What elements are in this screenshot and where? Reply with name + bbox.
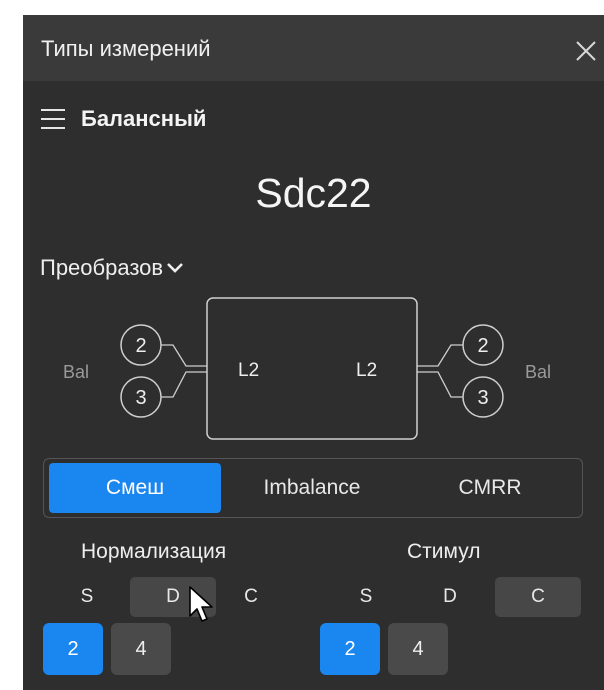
panel-titlebar: Типы измерений <box>23 15 604 81</box>
mode-imbalance-button[interactable]: Imbalance <box>226 463 398 513</box>
mode-segmented-control: Смеш Imbalance CMRR <box>43 458 583 518</box>
mode-mixed-button[interactable]: Смеш <box>49 463 221 513</box>
stimulus-title: Стимул <box>407 540 481 563</box>
left-connector-lines <box>161 344 207 398</box>
mouse-pointer-icon <box>189 586 213 622</box>
stimulus-d-button[interactable]: D <box>431 577 469 617</box>
port-diagram: 2 3 Bal L2 L2 2 3 Bal <box>63 297 551 440</box>
right-port-top: 2 <box>477 335 488 357</box>
right-port-bottom: 3 <box>477 387 488 409</box>
hamburger-menu-icon[interactable] <box>41 109 65 129</box>
right-logical-port: L2 <box>356 360 377 381</box>
left-port-top: 2 <box>135 335 146 357</box>
stimulus-c-button[interactable]: C <box>495 577 581 617</box>
normalization-s-button[interactable]: S <box>68 577 106 617</box>
section-name: Балансный <box>81 106 207 131</box>
right-bal-label: Bal <box>525 362 551 382</box>
left-logical-port: L2 <box>238 360 259 381</box>
normalization-value-2-button[interactable]: 2 <box>43 623 103 675</box>
mode-cmrr-button[interactable]: CMRR <box>404 463 576 513</box>
stimulus-value-4-button[interactable]: 4 <box>388 623 448 675</box>
measurement-types-panel: Типы измерений Балансный Sdc22 Преобразо… <box>23 15 604 690</box>
parameter-name: Sdc22 <box>255 170 372 216</box>
left-bal-label: Bal <box>63 362 89 382</box>
stimulus-s-button[interactable]: S <box>347 577 385 617</box>
measurement-type-value: Преобразов <box>40 255 164 280</box>
stimulus-value-2-button[interactable]: 2 <box>320 623 380 675</box>
chevron-down-icon <box>167 263 184 273</box>
left-port-bottom: 3 <box>135 387 146 409</box>
measurement-type-dropdown[interactable]: Преобразов <box>40 255 185 281</box>
panel-title: Типы измерений <box>41 36 211 61</box>
normalization-title: Нормализация <box>81 540 227 563</box>
close-icon[interactable] <box>574 39 598 63</box>
normalization-value-4-button[interactable]: 4 <box>111 623 171 675</box>
normalization-c-button[interactable]: C <box>232 577 270 617</box>
right-connector-lines <box>417 344 463 398</box>
